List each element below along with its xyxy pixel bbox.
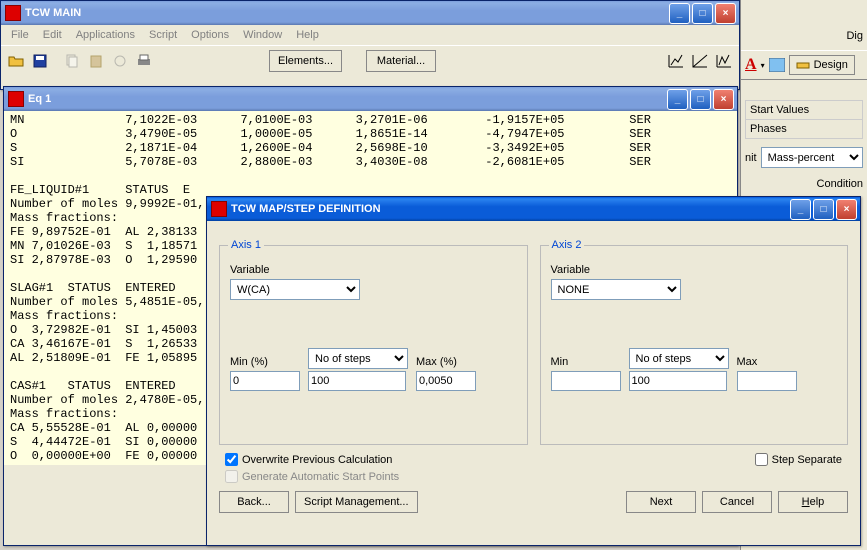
app-icon [8,91,24,107]
eq1-title: Eq 1 [28,93,667,105]
axis1-legend: Axis 1 [228,239,264,251]
design-button[interactable]: Design [789,55,855,75]
menu-options[interactable]: Options [185,27,235,43]
axis2-max-input[interactable] [737,371,797,391]
tcw-main-titlebar[interactable]: TCW MAIN _ □ × [1,1,739,25]
ruler-icon [796,58,810,72]
close-button[interactable]: × [713,89,734,110]
mapstep-title: TCW MAP/STEP DEFINITION [231,203,790,215]
condition-label: Condition [745,178,863,190]
axis1-var-label: Variable [230,264,517,276]
menu-help[interactable]: Help [290,27,325,43]
axis2-min-input[interactable] [551,371,621,391]
minimize-button[interactable]: _ [790,199,811,220]
generate-checkbox [225,470,238,483]
font-a-icon[interactable]: A [745,56,757,74]
unit-select[interactable]: Mass-percent [761,147,863,168]
axis2-steps-select[interactable]: No of steps [629,348,729,369]
open-icon[interactable] [5,50,27,72]
close-button[interactable]: × [836,199,857,220]
menu-script[interactable]: Script [143,27,183,43]
tool-icon[interactable] [109,50,131,72]
axis1-group: Axis 1 Variable W(CA) Min (%) No of step… [219,245,528,445]
main-toolbar: Elements... Material... [1,45,739,75]
overwrite-checkbox-row[interactable]: Overwrite Previous Calculation [225,451,735,468]
back-button[interactable]: Back... [219,491,289,513]
maximize-button[interactable]: □ [690,89,711,110]
axis2-legend: Axis 2 [549,239,585,251]
chart-icon-1[interactable] [665,50,687,72]
chart-icon-3[interactable] [713,50,735,72]
tcw-main-title: TCW MAIN [25,7,669,19]
overwrite-checkbox[interactable] [225,453,238,466]
minimize-button[interactable]: _ [669,3,690,24]
maximize-button[interactable]: □ [692,3,713,24]
axis1-min-label: Min (%) [230,356,300,368]
elements-button[interactable]: Elements... [269,50,342,72]
axis1-max-label: Max (%) [416,356,476,368]
mapstep-titlebar[interactable]: TCW MAP/STEP DEFINITION _ □ × [207,197,860,221]
menu-applications[interactable]: Applications [70,27,141,43]
axis2-max-label: Max [737,356,797,368]
print-icon[interactable] [133,50,155,72]
cancel-button[interactable]: Cancel [702,491,772,513]
close-button[interactable]: × [715,3,736,24]
copy-icon[interactable] [61,50,83,72]
phases-link[interactable]: Phases [745,119,863,139]
axis1-variable-select[interactable]: W(CA) [230,279,360,300]
mapstep-window: TCW MAP/STEP DEFINITION _ □ × Axis 1 Var… [206,196,861,546]
save-icon[interactable] [29,50,51,72]
axis2-var-label: Variable [551,264,838,276]
axis1-min-input[interactable] [230,371,300,391]
chart-icon-2[interactable] [689,50,711,72]
axis2-min-label: Min [551,356,621,368]
help-button[interactable]: Help [778,491,848,513]
axis1-max-input[interactable] [416,371,476,391]
axis2-steps-input[interactable] [629,371,727,391]
menu-file[interactable]: File [5,27,35,43]
dig-label: Dig [846,30,863,42]
axis2-variable-select[interactable]: NONE [551,279,681,300]
stepsep-label: Step Separate [772,454,842,466]
menu-bar: File Edit Applications Script Options Wi… [1,25,739,45]
axis1-steps-select[interactable]: No of steps [308,348,408,369]
unit-label: nit [745,152,757,164]
minimize-button[interactable]: _ [667,89,688,110]
script-mgmt-button[interactable]: Script Management... [295,491,418,513]
maximize-button[interactable]: □ [813,199,834,220]
menu-edit[interactable]: Edit [37,27,68,43]
material-button[interactable]: Material... [366,50,436,72]
stepsep-checkbox-row[interactable]: Step Separate [755,451,842,468]
stepsep-checkbox[interactable] [755,453,768,466]
tcw-main-window: TCW MAIN _ □ × File Edit Applications Sc… [0,0,740,90]
generate-checkbox-row: Generate Automatic Start Points [225,468,735,485]
eq1-titlebar[interactable]: Eq 1 _ □ × [4,87,737,111]
axis2-group: Axis 2 Variable NONE Min No of steps [540,245,849,445]
start-values-link[interactable]: Start Values [745,100,863,119]
next-button[interactable]: Next [626,491,696,513]
app-icon [5,5,21,21]
overwrite-label: Overwrite Previous Calculation [242,454,392,466]
app-icon [211,201,227,217]
menu-window[interactable]: Window [237,27,288,43]
paste-icon[interactable] [85,50,107,72]
generate-label: Generate Automatic Start Points [242,471,399,483]
axis1-steps-input[interactable] [308,371,406,391]
color-icon[interactable] [769,58,785,72]
